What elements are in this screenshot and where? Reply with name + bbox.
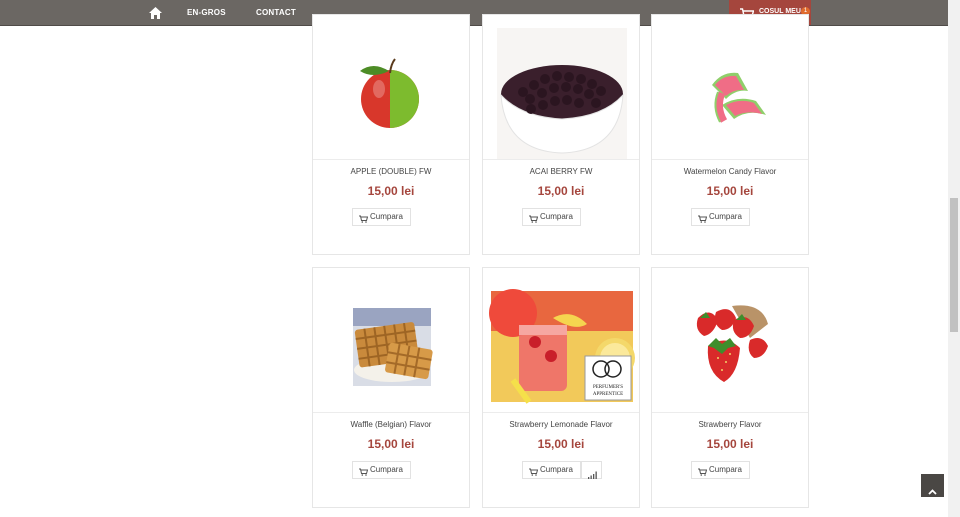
- home-icon[interactable]: [148, 6, 163, 20]
- product-price: 15,00 lei: [537, 184, 585, 198]
- bar-chart-icon: [588, 466, 597, 484]
- card-divider: [483, 412, 639, 413]
- product-image-strawberry-lemonade[interactable]: PERFUMER'S APPRENTICE: [483, 268, 639, 412]
- product-image-watermelon-candy[interactable]: [652, 15, 808, 159]
- scrollbar-thumb[interactable]: [950, 198, 958, 332]
- product-name[interactable]: Strawberry Lemonade Flavor: [483, 420, 639, 429]
- badge-line-2: APPRENTICE: [593, 392, 623, 397]
- cart-icon: [359, 213, 369, 223]
- product-name[interactable]: ACAI BERRY FW: [483, 167, 639, 176]
- product-name[interactable]: Watermelon Candy Flavor: [652, 167, 808, 176]
- badge-line-1: PERFUMER'S: [593, 385, 623, 390]
- card-divider: [483, 159, 639, 160]
- buy-button-label: Cumpara: [370, 465, 403, 474]
- buy-button-label: Cumpara: [370, 212, 403, 221]
- product-card[interactable]: Strawberry Flavor 15,00 lei Cumpara: [651, 267, 809, 508]
- card-divider: [313, 412, 469, 413]
- card-divider: [313, 159, 469, 160]
- product-card[interactable]: ACAI BERRY FW 15,00 lei Cumpara: [482, 14, 640, 255]
- cart-icon: [698, 466, 708, 476]
- buy-button-label: Cumpara: [709, 212, 742, 221]
- buy-button[interactable]: Cumpara: [352, 208, 411, 226]
- cart-icon: [529, 466, 539, 476]
- buy-button-label: Cumpara: [540, 465, 573, 474]
- compare-button[interactable]: [581, 461, 602, 479]
- product-name[interactable]: APPLE (DOUBLE) FW: [313, 167, 469, 176]
- cart-icon: [529, 213, 539, 223]
- card-divider: [652, 159, 808, 160]
- buy-button[interactable]: Cumpara: [522, 208, 581, 226]
- product-card[interactable]: Waffle (Belgian) Flavor 15,00 lei Cumpar…: [312, 267, 470, 508]
- product-card[interactable]: APPLE (DOUBLE) FW 15,00 lei Cumpara: [312, 14, 470, 255]
- page-scrollbar[interactable]: [948, 0, 960, 517]
- buy-button[interactable]: Cumpara: [691, 208, 750, 226]
- cart-icon: [359, 466, 369, 476]
- chevron-up-icon: [928, 482, 937, 500]
- product-price: 15,00 lei: [706, 437, 754, 451]
- nav-link-contact[interactable]: CONTACT: [256, 8, 296, 17]
- product-price: 15,00 lei: [367, 184, 415, 198]
- product-image-apple[interactable]: [313, 15, 469, 159]
- buy-button[interactable]: Cumpara: [522, 461, 581, 479]
- product-price: 15,00 lei: [706, 184, 754, 198]
- buy-button[interactable]: Cumpara: [691, 461, 750, 479]
- buy-button-label: Cumpara: [540, 212, 573, 221]
- buy-button[interactable]: Cumpara: [352, 461, 411, 479]
- buy-button-label: Cumpara: [709, 465, 742, 474]
- product-image-strawberry[interactable]: [652, 268, 808, 412]
- product-image-acai[interactable]: [483, 15, 639, 159]
- product-price: 15,00 lei: [537, 437, 585, 451]
- product-name[interactable]: Strawberry Flavor: [652, 420, 808, 429]
- product-price: 15,00 lei: [367, 437, 415, 451]
- product-image-waffle[interactable]: [313, 268, 469, 412]
- product-name[interactable]: Waffle (Belgian) Flavor: [313, 420, 469, 429]
- product-card[interactable]: PERFUMER'S APPRENTICE Strawberry Lemonad…: [482, 267, 640, 508]
- cart-icon: [698, 213, 708, 223]
- back-to-top-button[interactable]: [921, 474, 944, 497]
- card-divider: [652, 412, 808, 413]
- nav-link-en-gros[interactable]: EN-GROS: [187, 8, 226, 17]
- product-card[interactable]: Watermelon Candy Flavor 15,00 lei Cumpar…: [651, 14, 809, 255]
